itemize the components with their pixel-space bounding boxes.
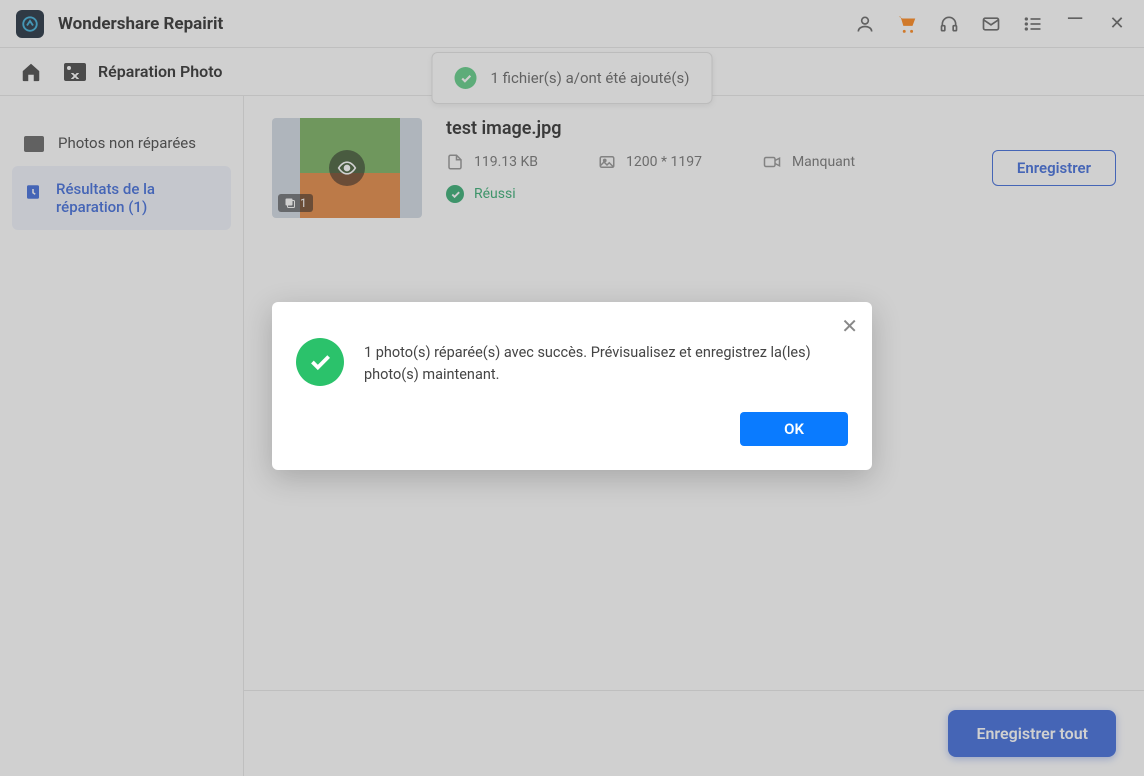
dialog-message: 1 photo(s) réparée(s) avec succès. Prévi… xyxy=(364,338,848,386)
success-dialog: ✕ 1 photo(s) réparée(s) avec succès. Pré… xyxy=(272,302,872,470)
modal-overlay[interactable]: ✕ 1 photo(s) réparée(s) avec succès. Pré… xyxy=(0,0,1144,776)
close-dialog-button[interactable]: ✕ xyxy=(841,316,858,336)
success-icon xyxy=(296,338,344,386)
ok-button[interactable]: OK xyxy=(740,412,848,446)
